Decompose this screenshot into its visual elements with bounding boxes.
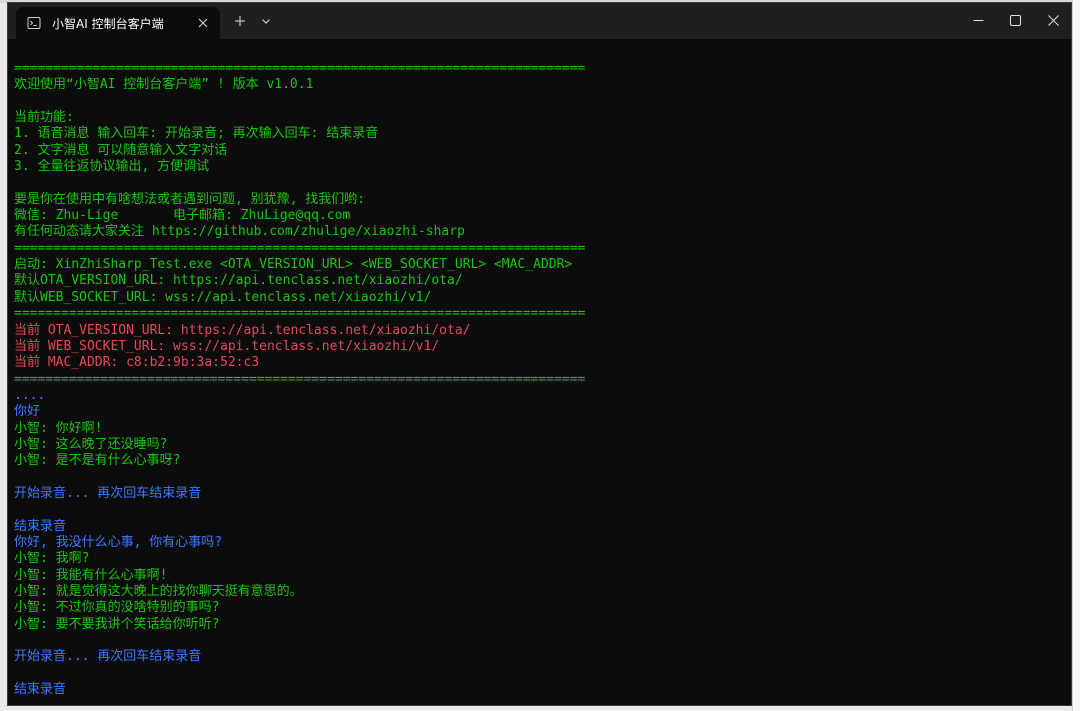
terminal-line: 结束录音 [14,682,67,698]
scrollbar[interactable] [1065,43,1069,703]
terminal-line: ========================================… [14,240,586,256]
terminal-line: 开始录音... 再次回车结束录音 [14,485,202,501]
terminal-line: 小智: 这么晚了还没睡吗? [14,436,168,452]
maximize-button[interactable] [995,3,1035,37]
terminal-line: 当前功能: [14,110,74,126]
close-window-button[interactable] [1033,3,1071,37]
terminal-line: 默认WEB_SOCKET_URL: wss://api.tenclass.net… [14,289,432,305]
terminal-line: 微信: Zhu-Lige 电子邮箱: ZhuLige@qq.com [14,208,351,224]
terminal-line: 你好 [14,404,41,420]
terminal-line: ========================================… [14,371,586,387]
title-bar[interactable]: 小智AI 控制台客户端 [8,3,1071,39]
terminal-line: 3. 全量往返协议输出, 方便调试 [14,159,210,175]
background-editor-window [1072,0,1080,711]
terminal-line: 小智: 我能有什么心事啊! [14,567,168,583]
terminal-line: 默认OTA_VERSION_URL: https://api.tenclass.… [14,273,463,289]
maximize-icon [1009,14,1021,26]
terminal-line: 小智: 就是觉得这大晚上的找你聊天挺有意思的。 [14,584,303,599]
terminal-line: 小智: 你好啊! [14,420,103,436]
terminal-icon [26,15,42,31]
chevron-down-icon[interactable] [256,11,276,31]
terminal-window: 小智AI 控制台客户端 ============================… [7,2,1072,706]
minimize-icon [973,19,983,21]
terminal-line: 2. 文字消息 可以随意输入文字对话 [14,142,228,158]
terminal-line: ========================================… [14,306,586,322]
terminal-line: 小智: 不过你真的没啥特别的事吗? [14,600,220,616]
terminal-line: 小智: 我啊? [14,551,90,567]
close-icon [1047,14,1059,26]
terminal-line: 1. 语音消息 输入回车: 开始录音; 再次输入回车: 结束录音 [14,126,379,142]
terminal-line: .... [14,387,46,403]
terminal-line: 小智: 要不要我讲个笑话给你听听? [14,616,220,632]
tab-console-client[interactable]: 小智AI 控制台客户端 [16,7,220,39]
terminal-line: 欢迎使用“小智AI 控制台客户端” ! 版本 v1.0.1 [14,77,314,93]
terminal-output[interactable]: ========================================… [14,61,1054,701]
tab-title: 小智AI 控制台客户端 [52,16,164,31]
terminal-line: 当前 WEB_SOCKET_URL: wss://api.tenclass.ne… [14,338,440,354]
terminal-line: 当前 OTA_VERSION_URL: https://api.tenclass… [14,322,471,338]
terminal-line: 有任何动态请大家关注 https://github.com/zhulige/xi… [14,224,465,240]
terminal-line: 结束录音 [14,518,67,534]
terminal-line: 小智: 是不是有什么心事呀? [14,453,181,469]
terminal-line: 当前 MAC_ADDR: c8:b2:9b:3a:52:c3 [14,355,260,371]
close-icon[interactable] [194,14,212,32]
terminal-line: 启动: XinZhiSharp_Test.exe <OTA_VERSION_UR… [14,257,573,273]
terminal-line: 要是你在使用中有啥想法或者遇到问题, 别犹豫, 找我们哟: [14,191,366,207]
plus-icon[interactable] [230,11,250,31]
minimize-button[interactable] [958,3,998,37]
terminal-line: ========================================… [14,61,586,76]
terminal-line: 你好, 我没什么心事, 你有心事吗? [14,534,223,550]
terminal-line: 开始录音... 再次回车结束录音 [14,649,202,665]
